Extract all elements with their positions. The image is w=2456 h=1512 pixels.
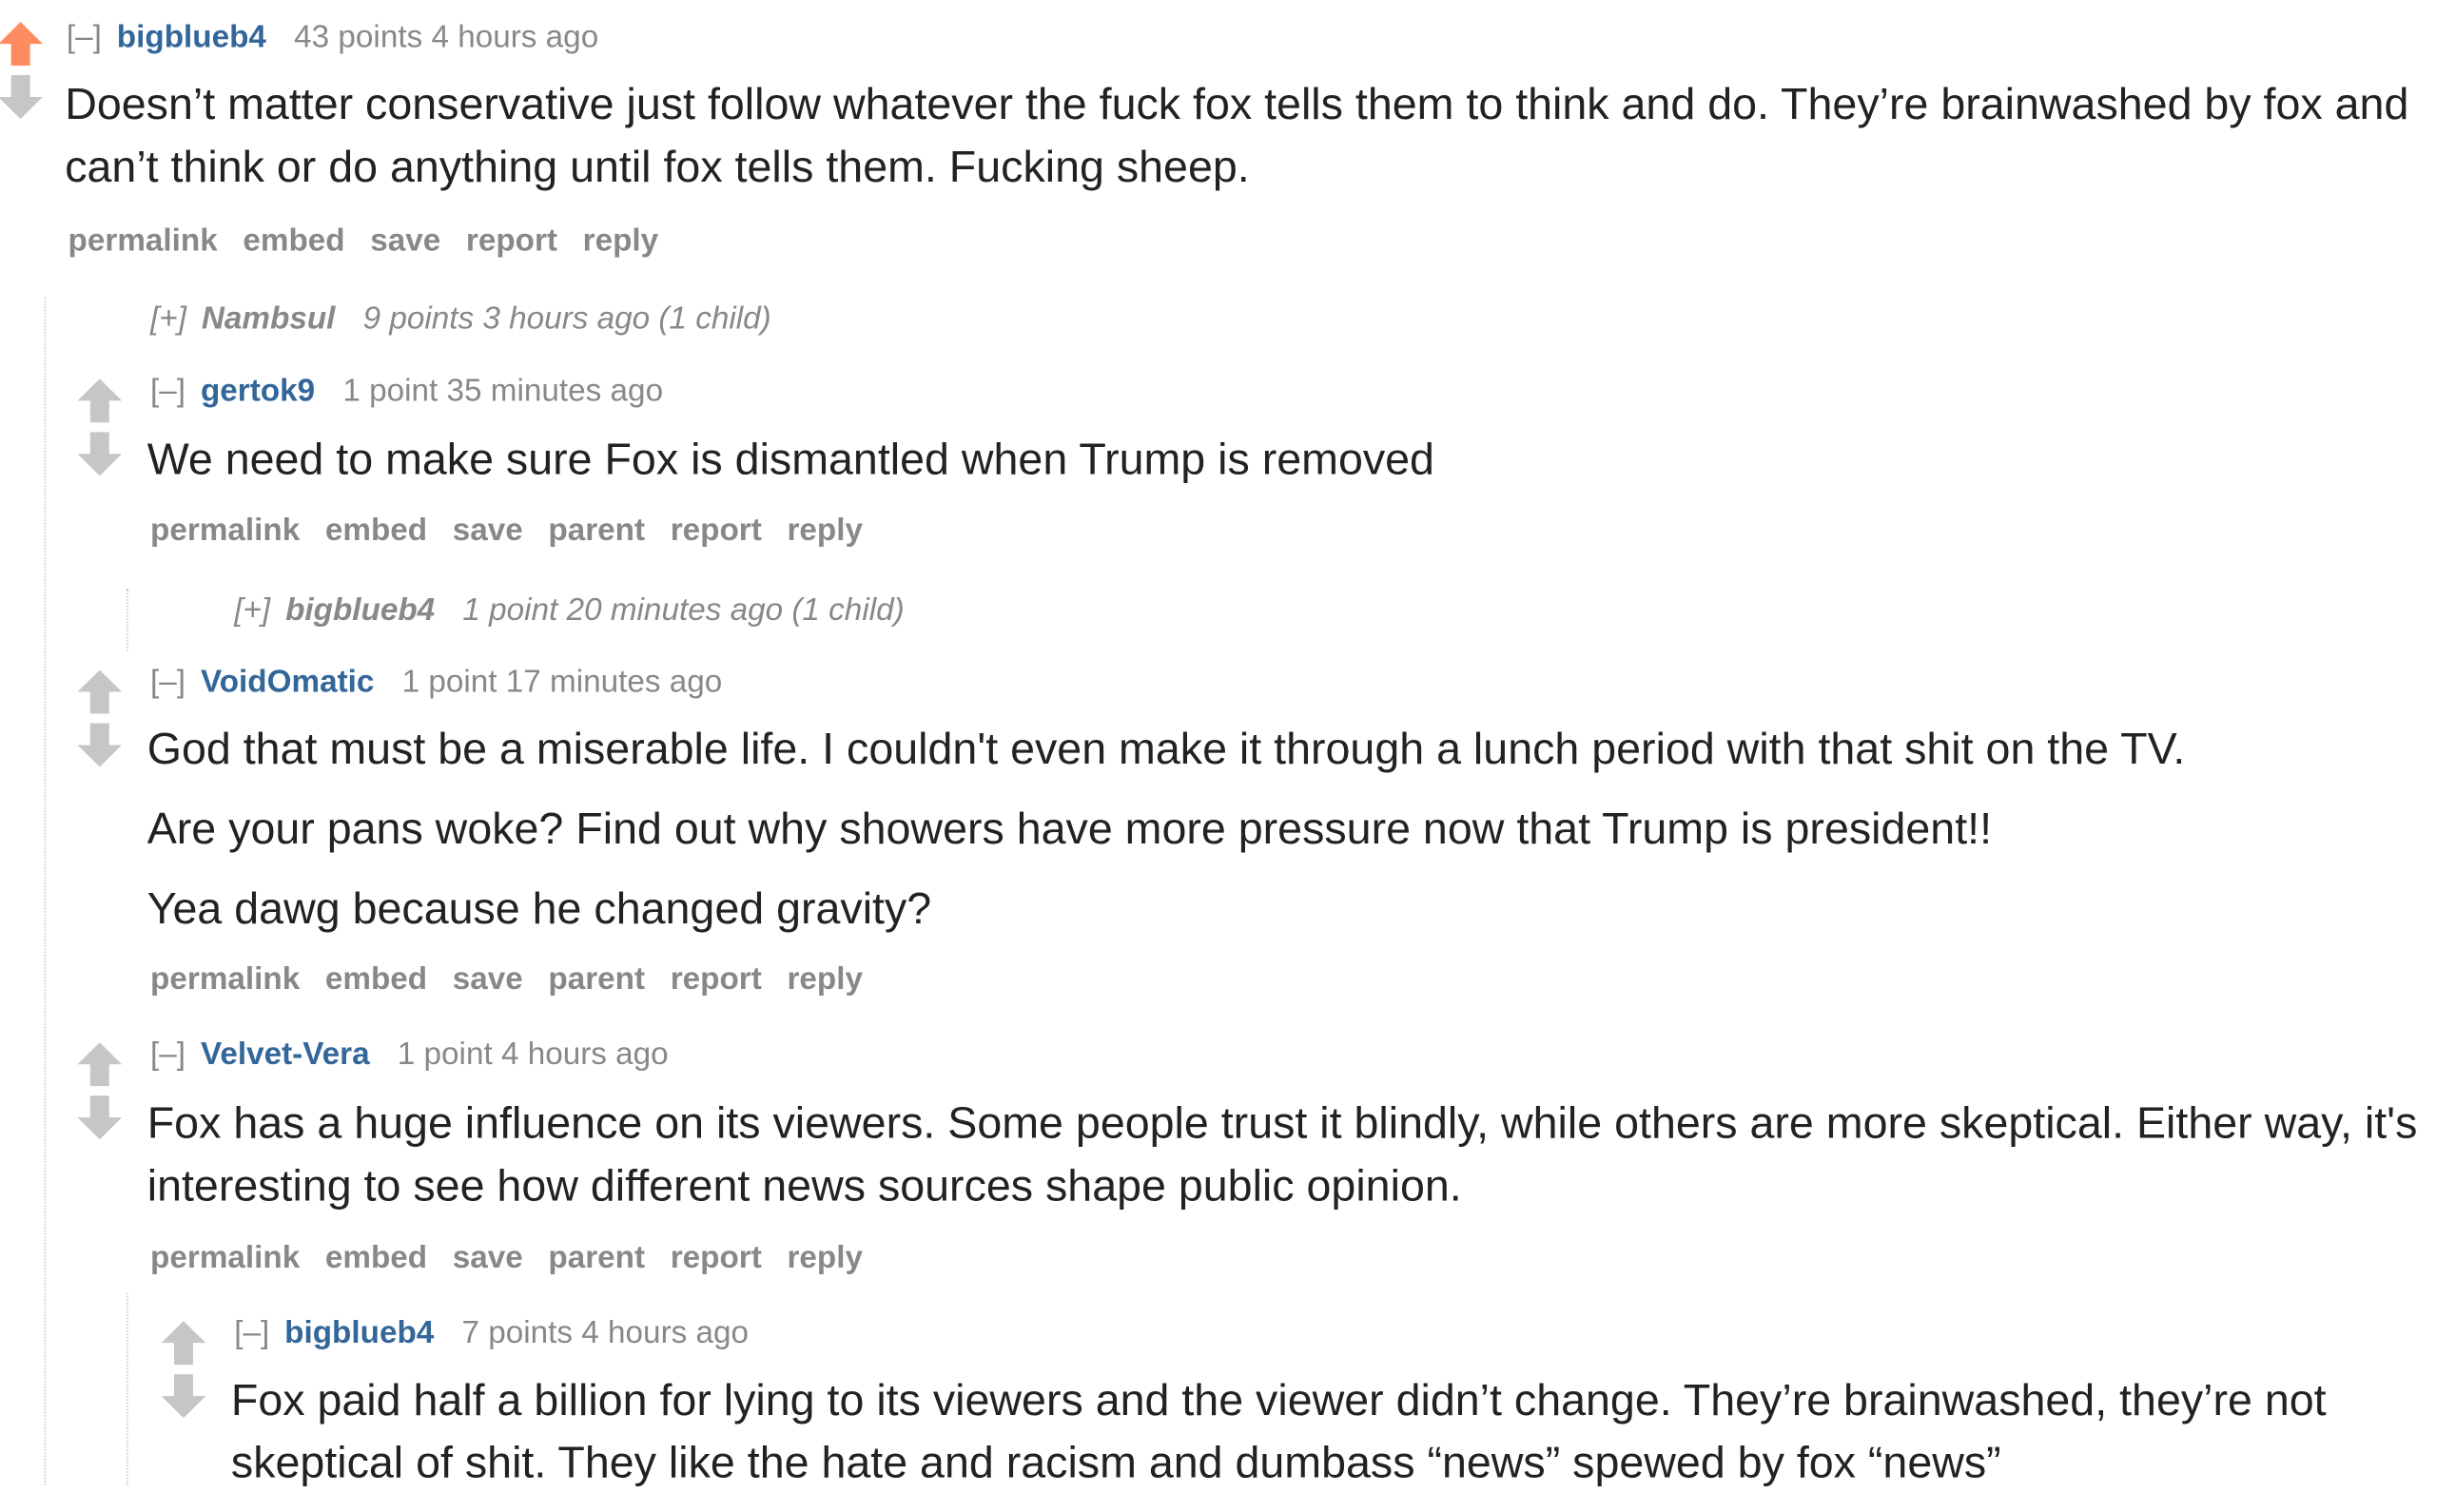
comment-meta: 1 point 17 minutes ago bbox=[401, 665, 723, 700]
parent-button[interactable]: parent bbox=[548, 514, 645, 548]
upvote-arrow-icon[interactable] bbox=[160, 1318, 207, 1366]
reply-button[interactable]: reply bbox=[787, 962, 863, 997]
comment-paragraph: God that must be a miserable life. I cou… bbox=[146, 725, 2186, 774]
thread-line-level-2 bbox=[127, 588, 128, 651]
upvote-arrow-icon[interactable] bbox=[76, 376, 124, 423]
save-button[interactable]: save bbox=[453, 1241, 523, 1275]
comment-actions: permalink embed save parent report reply bbox=[150, 961, 888, 999]
comment-author[interactable]: bigblueb4 bbox=[284, 1316, 434, 1350]
comment-author[interactable]: bigblueb4 bbox=[117, 20, 266, 54]
reply-button[interactable]: reply bbox=[583, 223, 659, 258]
comment-meta: 1 point 35 minutes ago bbox=[342, 374, 664, 409]
comment-actions: permalink embed save report reply bbox=[68, 223, 684, 261]
permalink-button[interactable]: permalink bbox=[150, 514, 300, 548]
comment-author[interactable]: Nambsul bbox=[202, 302, 336, 337]
comment-body: God that must be a miserable life. I cou… bbox=[147, 718, 2450, 958]
comment-tagline: [–] bigblueb4 43 points 4 hours ago bbox=[67, 19, 598, 57]
upvote-arrow-icon[interactable] bbox=[76, 1039, 124, 1087]
reply-button[interactable]: reply bbox=[787, 1241, 863, 1275]
permalink-button[interactable]: permalink bbox=[150, 962, 300, 997]
save-button[interactable]: save bbox=[453, 514, 523, 548]
comment-paragraph: Fox paid half a billion for lying to its… bbox=[230, 1375, 2327, 1487]
comment-body: Fox paid half a billion for lying to its… bbox=[231, 1369, 2439, 1512]
comment-author[interactable]: bigblueb4 bbox=[285, 593, 435, 628]
comment-paragraph: We need to make sure Fox is dismantled w… bbox=[146, 435, 1434, 484]
reply-button[interactable]: reply bbox=[787, 514, 863, 548]
thread-line-level-2 bbox=[127, 1292, 128, 1485]
embed-button[interactable]: embed bbox=[325, 514, 427, 548]
comment-thread: [–] bigblueb4 43 points 4 hours ago Does… bbox=[0, 0, 2456, 1487]
downvote-arrow-icon[interactable] bbox=[0, 75, 45, 122]
permalink-button[interactable]: permalink bbox=[68, 223, 218, 258]
embed-button[interactable]: embed bbox=[325, 962, 427, 997]
comment-tagline: [–] bigblueb4 7 points 4 hours ago bbox=[234, 1315, 749, 1353]
comment-body: Fox has a huge influence on its viewers.… bbox=[147, 1093, 2455, 1235]
comment-author[interactable]: VoidOmatic bbox=[201, 666, 374, 700]
comment-tagline: [–] Velvet-Vera 1 point 4 hours ago bbox=[150, 1037, 669, 1075]
comment-meta: 1 point 4 hours ago bbox=[397, 1037, 669, 1073]
comment-body: Doesn’t matter conservative just follow … bbox=[65, 73, 2454, 216]
report-button[interactable]: report bbox=[671, 962, 762, 997]
comment-tagline: [–] gertok9 1 point 35 minutes ago bbox=[150, 373, 663, 411]
comment-tagline: [+] bigblueb4 1 point 20 minutes ago (1 … bbox=[234, 591, 904, 630]
collapse-toggle[interactable]: [–] bbox=[234, 1316, 269, 1350]
expand-toggle[interactable]: [+] bbox=[150, 302, 186, 337]
comment-author[interactable]: gertok9 bbox=[201, 374, 315, 408]
comment-paragraph: Fox has a huge influence on its viewers.… bbox=[146, 1098, 2418, 1211]
embed-button[interactable]: embed bbox=[325, 1241, 427, 1275]
downvote-arrow-icon[interactable] bbox=[76, 432, 124, 478]
save-button[interactable]: save bbox=[453, 962, 523, 997]
collapse-toggle[interactable]: [–] bbox=[150, 666, 185, 700]
permalink-button[interactable]: permalink bbox=[150, 1241, 300, 1275]
comment-tagline: [–] VoidOmatic 1 point 17 minutes ago bbox=[150, 664, 722, 702]
upvote-arrow-icon[interactable] bbox=[0, 19, 45, 67]
comment-meta: 1 point 20 minutes ago (1 child) bbox=[462, 592, 905, 629]
parent-button[interactable]: parent bbox=[548, 962, 645, 997]
comment-paragraph: Doesn’t matter conservative just follow … bbox=[65, 79, 2409, 191]
comment-actions: permalink embed save parent report reply bbox=[150, 512, 888, 550]
comment-meta: 7 points 4 hours ago bbox=[461, 1316, 750, 1351]
comment-tagline: [+] Nambsul 9 points 3 hours ago (1 chil… bbox=[150, 300, 771, 339]
comment-author[interactable]: Velvet-Vera bbox=[201, 1037, 370, 1072]
comment-body: We need to make sure Fox is dismantled w… bbox=[147, 429, 2450, 509]
collapse-toggle[interactable]: [–] bbox=[150, 374, 185, 408]
collapse-toggle[interactable]: [–] bbox=[150, 1037, 185, 1072]
report-button[interactable]: report bbox=[466, 223, 557, 258]
comment-meta: 9 points 3 hours ago (1 child) bbox=[362, 301, 771, 337]
downvote-arrow-icon[interactable] bbox=[160, 1374, 207, 1421]
downvote-arrow-icon[interactable] bbox=[76, 1095, 124, 1142]
save-button[interactable]: save bbox=[370, 223, 440, 258]
report-button[interactable]: report bbox=[671, 1241, 762, 1275]
comment-paragraph: Yea dawg because he changed gravity? bbox=[146, 883, 932, 933]
comment-actions: permalink embed save parent report reply bbox=[150, 1240, 888, 1278]
parent-button[interactable]: parent bbox=[548, 1241, 645, 1275]
upvote-arrow-icon[interactable] bbox=[76, 667, 124, 714]
comment-meta: 43 points 4 hours ago bbox=[294, 20, 599, 55]
comment-paragraph: Are your pans woke? Find out why showers… bbox=[146, 804, 1993, 854]
embed-button[interactable]: embed bbox=[243, 223, 344, 258]
thread-line-level-1 bbox=[44, 297, 47, 1485]
report-button[interactable]: report bbox=[671, 514, 762, 548]
downvote-arrow-icon[interactable] bbox=[76, 723, 124, 769]
collapse-toggle[interactable]: [–] bbox=[67, 20, 102, 54]
expand-toggle[interactable]: [+] bbox=[234, 593, 270, 628]
